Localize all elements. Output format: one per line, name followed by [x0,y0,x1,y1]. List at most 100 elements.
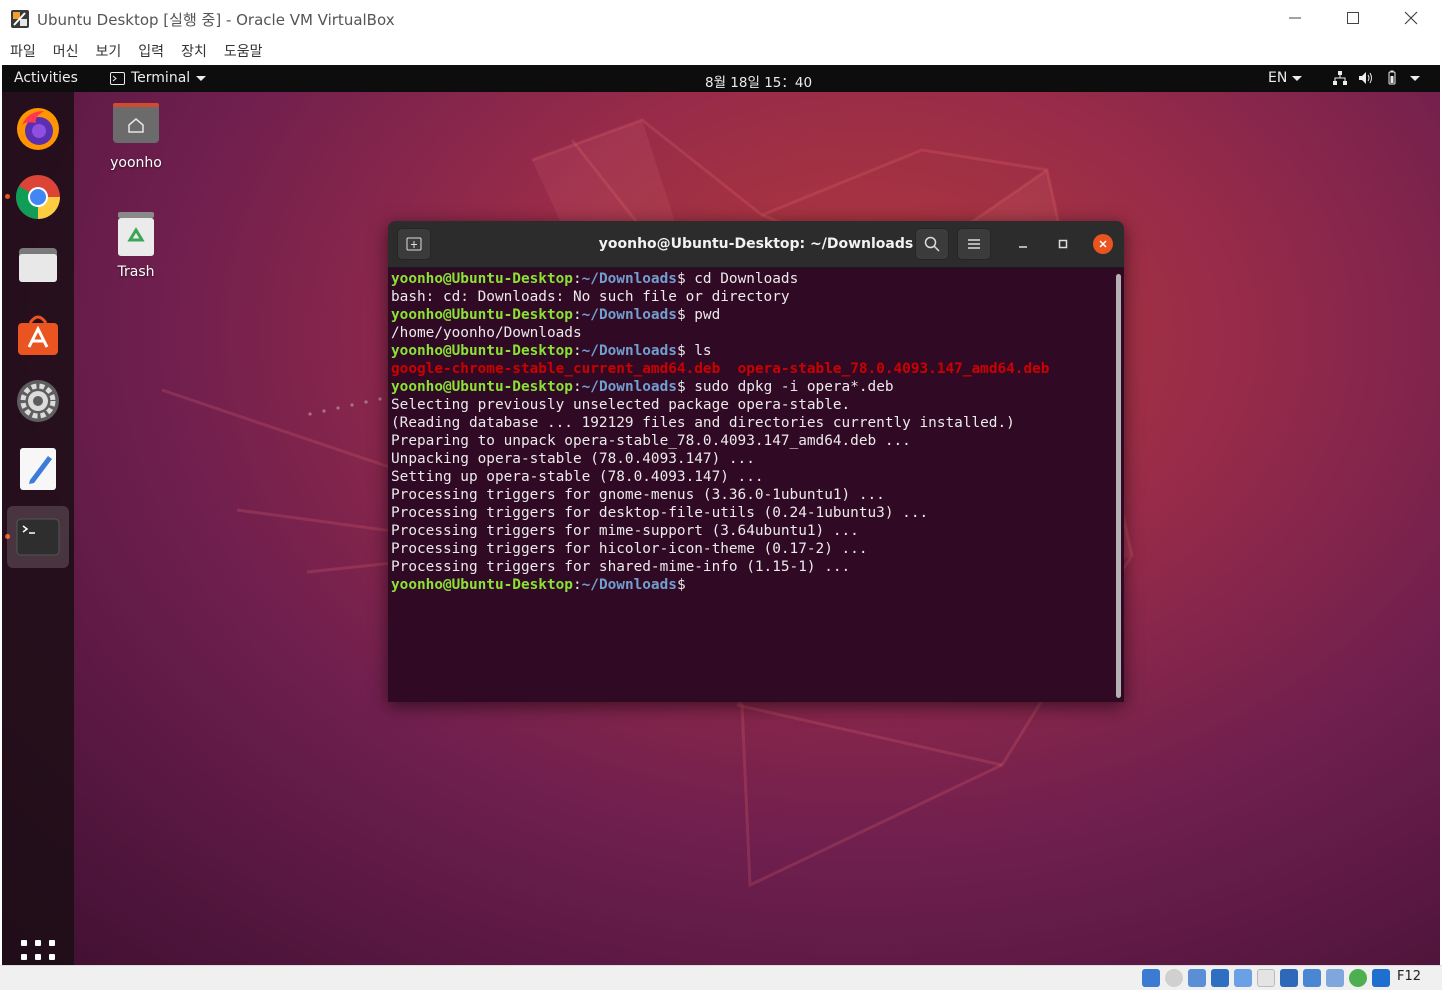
close-button[interactable] [1382,0,1440,36]
terminal-output[interactable]: yoonho@Ubuntu-Desktop:~/Downloads$ cd Do… [391,270,1111,700]
terminal-minimize-button[interactable] [1013,234,1033,254]
dock-item-terminal[interactable] [7,506,69,568]
minimize-button[interactable] [1266,0,1324,36]
window-title: Ubuntu Desktop [실행 중] - Oracle VM Virtua… [37,11,395,29]
maximize-button[interactable] [1324,0,1382,36]
dock-item-chrome[interactable] [7,166,69,228]
host-key-label: F12 [1397,969,1422,984]
usb-icon[interactable] [1234,969,1252,987]
clock[interactable]: 8월 18일 15：40 [705,71,812,91]
command-text: cd Downloads [694,271,799,287]
chevron-down-icon [1292,75,1303,81]
audio-icon[interactable] [1188,969,1206,987]
settings-gear-icon [17,380,59,422]
search-button[interactable] [915,228,949,260]
terminal-line: Processing triggers for hicolor-icon-the… [391,540,1111,558]
prompt-symbol: $ [676,307,695,323]
home-folder-icon [111,101,161,151]
show-applications-button[interactable] [21,940,55,965]
terminal-maximize-button[interactable] [1053,234,1073,254]
output-text: bash: cd: Downloads: No such file or dir… [391,289,790,305]
terminal-window[interactable]: yoonho@Ubuntu-Desktop: ~/Downloads yoonh… [388,221,1124,702]
terminal-line: yoonho@Ubuntu-Desktop:~/Downloads$ [391,576,1111,594]
terminal-line: /home/yoonho/Downloads [391,324,1111,342]
network-icon [1333,71,1347,85]
dock-item-files[interactable] [7,234,69,296]
output-text: Processing triggers for mime-support (3.… [391,523,859,539]
system-menu[interactable] [1332,70,1420,86]
display-icon[interactable] [1280,969,1298,987]
terminal-line: google-chrome-stable_current_amd64.deb o… [391,360,1111,378]
menu-button[interactable] [957,228,991,260]
hard-disk-icon[interactable] [1142,969,1160,987]
terminal-close-button[interactable] [1093,234,1113,254]
terminal-scrollbar[interactable] [1116,274,1121,698]
prompt-user: yoonho@Ubuntu-Desktop [391,343,573,359]
file-entry: opera-stable_78.0.4093.147_amd64.deb [737,361,1050,377]
output-text: Processing triggers for hicolor-icon-the… [391,541,868,557]
terminal-line: Unpacking opera-stable (78.0.4093.147) .… [391,450,1111,468]
desktop-icon-trash[interactable]: Trash [91,210,181,280]
prompt-path: ~/Downloads [581,271,677,287]
menu-file[interactable]: 파일 [4,41,42,61]
terminal-line: Processing triggers for gnome-menus (3.3… [391,486,1111,504]
desktop-icon-home[interactable]: yoonho [91,101,181,171]
dock-item-software[interactable] [7,302,69,364]
prompt-symbol: $ [676,343,695,359]
battery-icon [1388,70,1396,85]
shared-folders-icon[interactable] [1257,969,1275,987]
chrome-icon [16,175,60,219]
prompt-separator: : [572,271,582,287]
menu-machine[interactable]: 머신 [47,41,85,61]
prompt-user: yoonho@Ubuntu-Desktop [391,271,573,287]
output-text: Selecting previously unselected package … [391,397,851,413]
optical-drive-icon[interactable] [1165,969,1183,987]
output-text: Processing triggers for desktop-file-uti… [391,505,929,521]
keyboard-capture-icon[interactable] [1372,969,1390,987]
input-language-indicator[interactable]: EN [1268,70,1303,86]
virtualbox-app-icon [10,9,30,29]
dock-item-firefox[interactable] [7,98,69,160]
activities-button[interactable]: Activities [14,70,78,86]
prompt-separator: : [572,307,582,323]
minimize-icon [1289,17,1301,19]
network-adapter-icon[interactable] [1211,969,1229,987]
hamburger-menu-icon [968,239,980,249]
video-capture-icon[interactable] [1303,969,1321,987]
prompt-path: ~/Downloads [581,577,677,593]
prompt-symbol: $ [676,271,695,287]
chevron-down-icon [196,75,207,81]
menu-view[interactable]: 보기 [90,41,128,61]
chevron-down-icon [1410,75,1420,81]
vm-display[interactable]: Activities Terminal 8월 18일 15：40 EN yoon… [2,65,1440,965]
terminal-line: Processing triggers for shared-mime-info… [391,558,1111,576]
menu-input[interactable]: 입력 [132,41,170,61]
mouse-integration-icon[interactable] [1349,969,1367,987]
dock-item-text-editor[interactable] [7,438,69,500]
dock-item-settings[interactable] [7,370,69,432]
prompt-separator: : [572,577,582,593]
menu-devices[interactable]: 장치 [175,41,213,61]
command-text: pwd [694,307,721,323]
terminal-line: bash: cd: Downloads: No such file or dir… [391,288,1111,306]
file-entry: google-chrome-stable_current_amd64.deb [391,361,721,377]
virtualization-icon[interactable] [1326,969,1344,987]
close-icon [1099,240,1107,248]
app-menu[interactable]: Terminal [110,70,207,86]
gnome-top-bar: Activities Terminal 8월 18일 15：40 EN [2,65,1440,92]
terminal-line: Processing triggers for desktop-file-uti… [391,504,1111,522]
command-text: sudo dpkg -i opera*.deb [694,379,894,395]
virtualbox-statusbar: F12 [0,965,1442,990]
prompt-symbol: $ [676,379,695,395]
terminal-line: Selecting previously unselected package … [391,396,1111,414]
terminal-line: yoonho@Ubuntu-Desktop:~/Downloads$ sudo … [391,378,1111,396]
output-text: Preparing to unpack opera-stable_78.0.40… [391,433,911,449]
device-status-icons [1142,969,1390,987]
menu-help[interactable]: 도움말 [218,41,269,61]
output-text: Processing triggers for shared-mime-info… [391,559,851,575]
app-menu-label: Terminal [131,70,191,86]
terminal-app-icon [110,71,125,85]
volume-icon [1359,72,1372,84]
prompt-user: yoonho@Ubuntu-Desktop [391,307,573,323]
